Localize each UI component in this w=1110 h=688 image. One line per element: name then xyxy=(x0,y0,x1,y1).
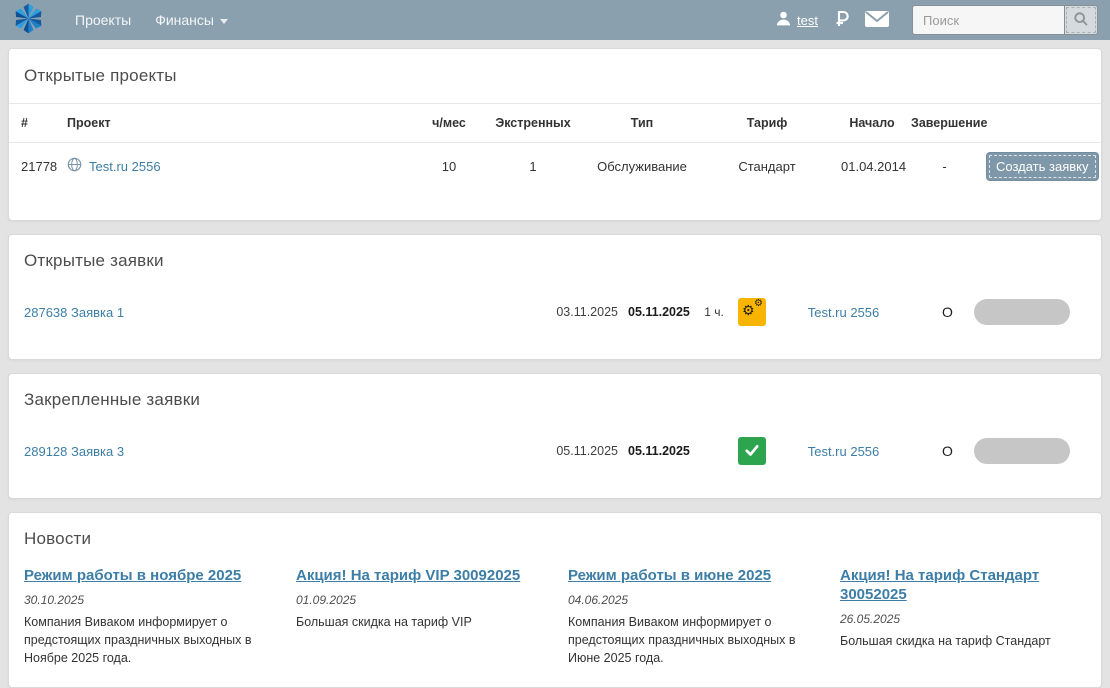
project-type: Обслуживание xyxy=(587,142,697,190)
news-item: Режим работы в июне 2025 04.06.2025 Комп… xyxy=(568,567,814,667)
request-id-link[interactable]: 289128 xyxy=(24,444,71,459)
user-icon xyxy=(775,10,792,30)
nav-item-finance-label: Финансы xyxy=(155,12,214,28)
news-title: Новости xyxy=(24,529,1086,549)
project-row: 21778 Test.ru 2556 xyxy=(9,142,1101,190)
open-requests-card: Открытые заявки 287638 Заявка 1 03.11.20… xyxy=(8,234,1102,360)
create-request-button[interactable]: Создать заявку xyxy=(986,152,1099,181)
request-name-link[interactable]: Заявка 3 xyxy=(71,444,181,459)
navbar-right: test xyxy=(775,5,1098,35)
news-item: Акция! На тариф VIP 30092025 01.09.2025 … xyxy=(296,567,542,667)
search-icon xyxy=(1073,11,1089,30)
project-hours-per-month: 10 xyxy=(419,142,479,190)
request-project-link[interactable]: Test.ru 2556 xyxy=(766,305,921,320)
news-item-date: 30.10.2025 xyxy=(24,593,270,607)
request-due-date: 05.11.2025 xyxy=(628,444,690,458)
top-navbar: Проекты Финансы test xyxy=(0,0,1110,40)
project-end-date: - xyxy=(907,142,982,190)
col-header-start: Начало xyxy=(837,104,907,142)
col-header-actions xyxy=(982,104,1101,142)
request-start-date: 05.11.2025 xyxy=(548,444,618,458)
news-item-date: 26.05.2025 xyxy=(840,612,1086,626)
request-start-date: 03.11.2025 xyxy=(548,305,618,319)
news-card: Новости Режим работы в ноябре 2025 30.10… xyxy=(8,512,1102,688)
request-project-link[interactable]: Test.ru 2556 xyxy=(766,444,921,459)
projects-table-header-row: # Проект ч/мес Экстренных Тип Тариф Нача… xyxy=(9,104,1101,142)
news-item-link[interactable]: Режим работы в ноябре 2025 xyxy=(24,567,241,586)
check-icon xyxy=(743,441,761,462)
mail-icon xyxy=(864,10,890,31)
open-projects-header: Открытые проекты xyxy=(9,49,1101,104)
news-item-date: 04.06.2025 xyxy=(568,593,814,607)
news-item-link[interactable]: Режим работы в июне 2025 xyxy=(568,567,771,586)
request-name-link[interactable]: Заявка 1 xyxy=(71,305,181,320)
request-due-date: 05.11.2025 xyxy=(628,305,690,319)
ruble-icon xyxy=(832,10,850,31)
request-hours: 1 ч. xyxy=(690,305,738,319)
news-item-date: 01.09.2025 xyxy=(296,593,542,607)
progress-pill xyxy=(974,299,1070,325)
status-badge-in-progress: ⚙⚙ xyxy=(738,298,766,326)
search-button[interactable] xyxy=(1064,5,1098,35)
col-header-project: Проект xyxy=(63,104,419,142)
open-projects-title: Открытые проекты xyxy=(24,66,1086,86)
request-id-link[interactable]: 287638 xyxy=(24,305,71,320)
project-id: 21778 xyxy=(9,142,63,190)
project-tariff: Стандарт xyxy=(697,142,837,190)
flower-logo-icon xyxy=(12,2,45,38)
news-grid: Режим работы в ноябре 2025 30.10.2025 Ко… xyxy=(24,567,1086,667)
request-status-letter: О xyxy=(921,304,974,320)
news-item-text: Большая скидка на тариф Стандарт xyxy=(840,632,1086,650)
globe-icon xyxy=(67,157,82,175)
pinned-requests-title: Закрепленные заявки xyxy=(24,390,1086,410)
cogs-icon: ⚙⚙ xyxy=(742,302,762,322)
request-row: 289128 Заявка 3 05.11.2025 05.11.2025 Te… xyxy=(24,436,1086,466)
app-logo[interactable] xyxy=(12,2,45,38)
request-status-letter: О xyxy=(921,443,974,459)
progress-pill xyxy=(974,438,1070,464)
main-content: Открытые проекты # Проект ч/мес Экстренн… xyxy=(0,40,1110,688)
project-start-date: 01.04.2014 xyxy=(837,142,907,190)
news-item-link[interactable]: Акция! На тариф VIP 30092025 xyxy=(296,567,520,586)
news-item: Режим работы в ноябре 2025 30.10.2025 Ко… xyxy=(24,567,270,667)
nav-item-projects-label: Проекты xyxy=(75,12,131,28)
projects-table: # Проект ч/мес Экстренных Тип Тариф Нача… xyxy=(9,104,1101,190)
chevron-down-icon xyxy=(220,19,228,24)
news-item-text: Компания Вивaком информирует о предстоящ… xyxy=(568,613,814,667)
billing-button[interactable] xyxy=(832,10,850,31)
user-menu[interactable]: test xyxy=(775,10,818,30)
news-item-text: Большая скидка на тариф VIP xyxy=(296,613,542,631)
project-urgent-count: 1 xyxy=(479,142,587,190)
messages-button[interactable] xyxy=(864,10,890,31)
col-header-end: Завершение xyxy=(907,104,982,142)
nav-item-finance[interactable]: Финансы xyxy=(155,12,228,28)
search-box xyxy=(912,5,1098,35)
col-header-hours: ч/мес xyxy=(419,104,479,142)
col-header-urgent: Экстренных xyxy=(479,104,587,142)
status-badge-done xyxy=(738,437,766,465)
request-row: 287638 Заявка 1 03.11.2025 05.11.2025 1 … xyxy=(24,297,1086,327)
username-link[interactable]: test xyxy=(797,13,818,28)
open-projects-card: Открытые проекты # Проект ч/мес Экстренн… xyxy=(8,48,1102,221)
pinned-requests-card: Закрепленные заявки 289128 Заявка 3 05.1… xyxy=(8,373,1102,499)
col-header-id: # xyxy=(9,104,63,142)
col-header-tariff: Тариф xyxy=(697,104,837,142)
open-requests-title: Открытые заявки xyxy=(24,251,1086,271)
project-name-link[interactable]: Test.ru 2556 xyxy=(89,159,161,174)
nav-item-projects[interactable]: Проекты xyxy=(75,12,131,28)
news-item: Акция! На тариф Стандарт 30052025 26.05.… xyxy=(840,567,1086,667)
col-header-type: Тип xyxy=(587,104,697,142)
news-item-link[interactable]: Акция! На тариф Стандарт 30052025 xyxy=(840,567,1086,605)
search-input[interactable] xyxy=(912,5,1064,35)
news-item-text: Компания Вивaком информирует о предстоящ… xyxy=(24,613,270,667)
